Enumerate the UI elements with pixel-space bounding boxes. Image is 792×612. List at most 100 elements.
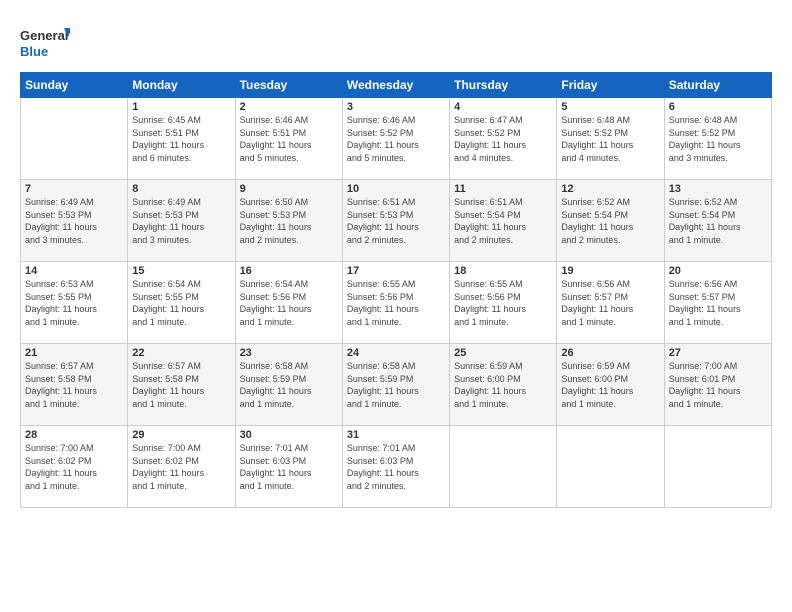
day-info: Sunrise: 7:00 AM Sunset: 6:02 PM Dayligh… — [132, 442, 230, 492]
day-info: Sunrise: 6:48 AM Sunset: 5:52 PM Dayligh… — [669, 114, 767, 164]
day-info: Sunrise: 6:56 AM Sunset: 5:57 PM Dayligh… — [669, 278, 767, 328]
day-number: 6 — [669, 101, 767, 113]
weekday-header-thursday: Thursday — [450, 73, 557, 98]
calendar-table: SundayMondayTuesdayWednesdayThursdayFrid… — [20, 72, 772, 508]
weekday-header-monday: Monday — [128, 73, 235, 98]
day-info: Sunrise: 6:54 AM Sunset: 5:56 PM Dayligh… — [240, 278, 338, 328]
day-info: Sunrise: 7:01 AM Sunset: 6:03 PM Dayligh… — [347, 442, 445, 492]
day-info: Sunrise: 6:49 AM Sunset: 5:53 PM Dayligh… — [132, 196, 230, 246]
calendar-cell: 22Sunrise: 6:57 AM Sunset: 5:58 PM Dayli… — [128, 344, 235, 426]
day-info: Sunrise: 6:52 AM Sunset: 5:54 PM Dayligh… — [669, 196, 767, 246]
day-number: 7 — [25, 183, 123, 195]
weekday-header-tuesday: Tuesday — [235, 73, 342, 98]
day-info: Sunrise: 6:51 AM Sunset: 5:53 PM Dayligh… — [347, 196, 445, 246]
day-number: 13 — [669, 183, 767, 195]
day-info: Sunrise: 6:57 AM Sunset: 5:58 PM Dayligh… — [25, 360, 123, 410]
day-number: 31 — [347, 429, 445, 441]
day-number: 3 — [347, 101, 445, 113]
calendar-cell: 29Sunrise: 7:00 AM Sunset: 6:02 PM Dayli… — [128, 426, 235, 508]
day-number: 17 — [347, 265, 445, 277]
calendar-cell: 5Sunrise: 6:48 AM Sunset: 5:52 PM Daylig… — [557, 98, 664, 180]
weekday-header-row: SundayMondayTuesdayWednesdayThursdayFrid… — [21, 73, 772, 98]
page-container: General Blue SundayMondayTuesdayWednesda… — [0, 0, 792, 518]
day-number: 16 — [240, 265, 338, 277]
calendar-cell: 2Sunrise: 6:46 AM Sunset: 5:51 PM Daylig… — [235, 98, 342, 180]
weekday-header-saturday: Saturday — [664, 73, 771, 98]
calendar-cell: 26Sunrise: 6:59 AM Sunset: 6:00 PM Dayli… — [557, 344, 664, 426]
day-number: 14 — [25, 265, 123, 277]
day-number: 25 — [454, 347, 552, 359]
calendar-cell: 1Sunrise: 6:45 AM Sunset: 5:51 PM Daylig… — [128, 98, 235, 180]
calendar-cell: 3Sunrise: 6:46 AM Sunset: 5:52 PM Daylig… — [342, 98, 449, 180]
calendar-cell: 8Sunrise: 6:49 AM Sunset: 5:53 PM Daylig… — [128, 180, 235, 262]
day-info: Sunrise: 6:47 AM Sunset: 5:52 PM Dayligh… — [454, 114, 552, 164]
weekday-header-friday: Friday — [557, 73, 664, 98]
calendar-cell: 10Sunrise: 6:51 AM Sunset: 5:53 PM Dayli… — [342, 180, 449, 262]
day-number: 24 — [347, 347, 445, 359]
day-number: 26 — [561, 347, 659, 359]
calendar-cell: 11Sunrise: 6:51 AM Sunset: 5:54 PM Dayli… — [450, 180, 557, 262]
day-number: 21 — [25, 347, 123, 359]
calendar-cell — [450, 426, 557, 508]
week-row-4: 21Sunrise: 6:57 AM Sunset: 5:58 PM Dayli… — [21, 344, 772, 426]
logo: General Blue — [20, 22, 70, 66]
day-number: 22 — [132, 347, 230, 359]
calendar-cell: 14Sunrise: 6:53 AM Sunset: 5:55 PM Dayli… — [21, 262, 128, 344]
day-info: Sunrise: 6:46 AM Sunset: 5:52 PM Dayligh… — [347, 114, 445, 164]
day-info: Sunrise: 6:55 AM Sunset: 5:56 PM Dayligh… — [454, 278, 552, 328]
calendar-cell: 19Sunrise: 6:56 AM Sunset: 5:57 PM Dayli… — [557, 262, 664, 344]
day-info: Sunrise: 6:56 AM Sunset: 5:57 PM Dayligh… — [561, 278, 659, 328]
calendar-cell: 13Sunrise: 6:52 AM Sunset: 5:54 PM Dayli… — [664, 180, 771, 262]
calendar-cell: 4Sunrise: 6:47 AM Sunset: 5:52 PM Daylig… — [450, 98, 557, 180]
week-row-3: 14Sunrise: 6:53 AM Sunset: 5:55 PM Dayli… — [21, 262, 772, 344]
day-number: 11 — [454, 183, 552, 195]
day-number: 23 — [240, 347, 338, 359]
calendar-cell — [557, 426, 664, 508]
day-number: 8 — [132, 183, 230, 195]
day-number: 9 — [240, 183, 338, 195]
svg-text:Blue: Blue — [20, 44, 48, 59]
week-row-1: 1Sunrise: 6:45 AM Sunset: 5:51 PM Daylig… — [21, 98, 772, 180]
calendar-cell — [664, 426, 771, 508]
day-info: Sunrise: 6:55 AM Sunset: 5:56 PM Dayligh… — [347, 278, 445, 328]
calendar-cell: 7Sunrise: 6:49 AM Sunset: 5:53 PM Daylig… — [21, 180, 128, 262]
day-info: Sunrise: 6:58 AM Sunset: 5:59 PM Dayligh… — [347, 360, 445, 410]
calendar-cell: 31Sunrise: 7:01 AM Sunset: 6:03 PM Dayli… — [342, 426, 449, 508]
calendar-cell — [21, 98, 128, 180]
calendar-cell: 16Sunrise: 6:54 AM Sunset: 5:56 PM Dayli… — [235, 262, 342, 344]
day-info: Sunrise: 6:45 AM Sunset: 5:51 PM Dayligh… — [132, 114, 230, 164]
day-info: Sunrise: 6:58 AM Sunset: 5:59 PM Dayligh… — [240, 360, 338, 410]
calendar-cell: 17Sunrise: 6:55 AM Sunset: 5:56 PM Dayli… — [342, 262, 449, 344]
day-number: 2 — [240, 101, 338, 113]
day-info: Sunrise: 6:49 AM Sunset: 5:53 PM Dayligh… — [25, 196, 123, 246]
calendar-cell: 20Sunrise: 6:56 AM Sunset: 5:57 PM Dayli… — [664, 262, 771, 344]
day-info: Sunrise: 6:53 AM Sunset: 5:55 PM Dayligh… — [25, 278, 123, 328]
day-info: Sunrise: 6:59 AM Sunset: 6:00 PM Dayligh… — [454, 360, 552, 410]
calendar-cell: 15Sunrise: 6:54 AM Sunset: 5:55 PM Dayli… — [128, 262, 235, 344]
svg-text:General: General — [20, 28, 68, 43]
weekday-header-sunday: Sunday — [21, 73, 128, 98]
day-number: 30 — [240, 429, 338, 441]
day-info: Sunrise: 6:59 AM Sunset: 6:00 PM Dayligh… — [561, 360, 659, 410]
day-info: Sunrise: 6:54 AM Sunset: 5:55 PM Dayligh… — [132, 278, 230, 328]
day-info: Sunrise: 7:00 AM Sunset: 6:02 PM Dayligh… — [25, 442, 123, 492]
calendar-cell: 24Sunrise: 6:58 AM Sunset: 5:59 PM Dayli… — [342, 344, 449, 426]
day-number: 20 — [669, 265, 767, 277]
calendar-cell: 21Sunrise: 6:57 AM Sunset: 5:58 PM Dayli… — [21, 344, 128, 426]
day-number: 5 — [561, 101, 659, 113]
calendar-cell: 12Sunrise: 6:52 AM Sunset: 5:54 PM Dayli… — [557, 180, 664, 262]
day-info: Sunrise: 6:52 AM Sunset: 5:54 PM Dayligh… — [561, 196, 659, 246]
logo-svg: General Blue — [20, 22, 70, 66]
calendar-cell: 30Sunrise: 7:01 AM Sunset: 6:03 PM Dayli… — [235, 426, 342, 508]
header: General Blue — [20, 18, 772, 66]
day-info: Sunrise: 6:57 AM Sunset: 5:58 PM Dayligh… — [132, 360, 230, 410]
day-number: 19 — [561, 265, 659, 277]
calendar-cell: 6Sunrise: 6:48 AM Sunset: 5:52 PM Daylig… — [664, 98, 771, 180]
day-number: 15 — [132, 265, 230, 277]
day-info: Sunrise: 7:01 AM Sunset: 6:03 PM Dayligh… — [240, 442, 338, 492]
day-number: 29 — [132, 429, 230, 441]
day-number: 27 — [669, 347, 767, 359]
day-number: 10 — [347, 183, 445, 195]
day-number: 18 — [454, 265, 552, 277]
day-info: Sunrise: 7:00 AM Sunset: 6:01 PM Dayligh… — [669, 360, 767, 410]
